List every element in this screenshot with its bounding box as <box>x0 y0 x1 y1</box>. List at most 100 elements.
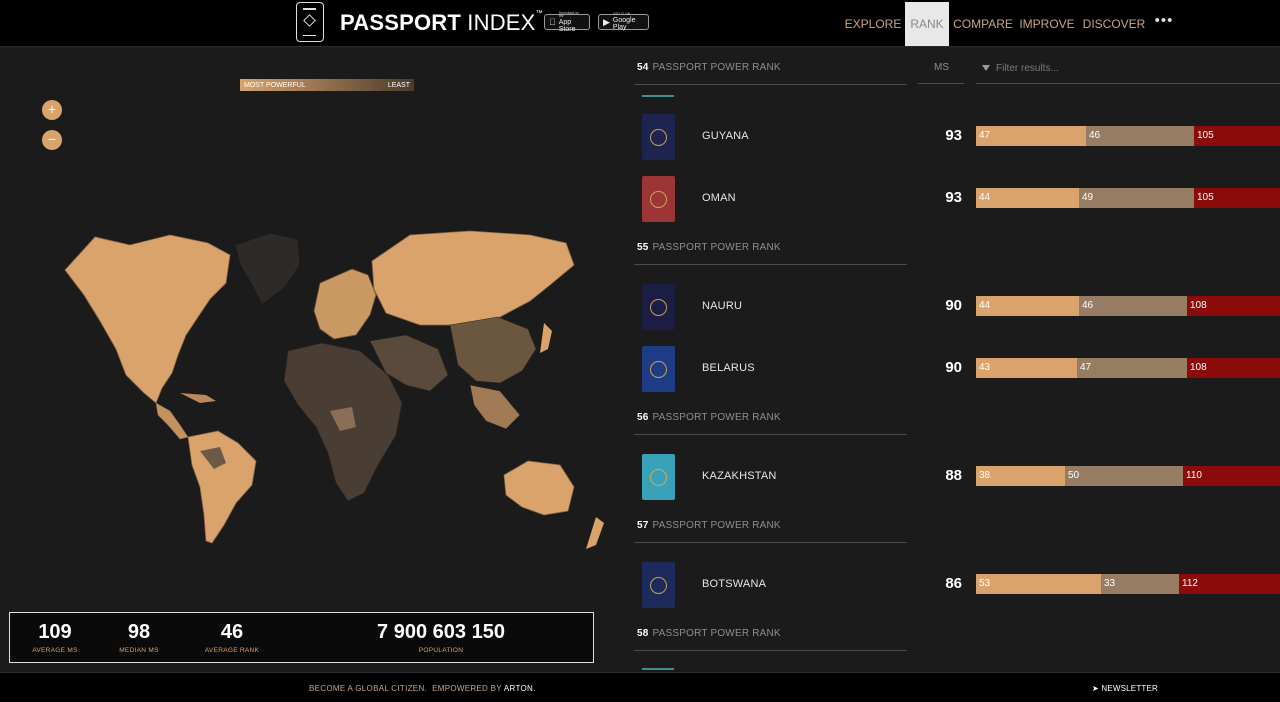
visa-on-arrival-segment[interactable]: 50 <box>1065 466 1183 486</box>
map-central-america <box>155 402 189 440</box>
ms-column-header[interactable]: MS <box>918 58 964 84</box>
country-name-oman[interactable]: OMAN <box>702 192 736 204</box>
visa-on-arrival-segment[interactable]: 47 <box>1077 358 1187 378</box>
visa-on-arrival-segment[interactable]: 46 <box>1086 126 1194 146</box>
country-name-guyana[interactable]: GUYANA <box>702 130 749 142</box>
google-play-icon: ▶ <box>603 16 610 27</box>
rank-group-header: 56 PASSPORT POWER RANK <box>637 412 781 423</box>
legend-most-label: MOST POWERFUL <box>244 81 306 89</box>
passport-cover-belarus[interactable] <box>642 346 675 392</box>
filter-placeholder: Filter results... <box>996 63 1059 74</box>
rank-group-header: 54 PASSPORT POWER RANK <box>637 62 781 73</box>
passport-emblem-icon <box>650 298 667 316</box>
visa-breakdown-bar[interactable]: 53 33 112 <box>976 574 1280 594</box>
passport-cover-nauru[interactable] <box>642 284 675 330</box>
visa-required-segment[interactable]: 105 <box>1194 188 1280 208</box>
visa-required-segment[interactable]: 112 <box>1179 574 1280 594</box>
passport-cover-guyana[interactable] <box>642 114 675 160</box>
top-header: PASSPORT INDEX™  Download on theApp Sto… <box>0 0 1280 47</box>
mobility-score: 90 <box>945 297 962 314</box>
nav-improve[interactable]: IMPROVE <box>1018 2 1076 46</box>
passport-emblem-icon <box>650 360 667 378</box>
more-menu-icon[interactable]: ••• <box>1150 2 1178 46</box>
rank-divider <box>634 650 907 651</box>
stat-average-rank: 46 AVERAGE RANK <box>204 621 260 654</box>
map-japan <box>540 323 552 353</box>
world-stats-panel: 109 AVERAGE MS 98 MEDIAN MS 46 AVERAGE R… <box>9 612 594 663</box>
visa-free-segment[interactable]: 44 <box>976 296 1079 316</box>
visa-required-segment[interactable]: 105 <box>1194 126 1280 146</box>
passport-index-app: PASSPORT INDEX™  Download on theApp Sto… <box>0 0 1280 702</box>
mobility-score: 90 <box>945 359 962 376</box>
country-name-botswana[interactable]: BOTSWANA <box>702 578 766 590</box>
nav-explore[interactable]: EXPLORE <box>843 2 903 46</box>
mobility-score: 88 <box>945 467 962 484</box>
rank-group-header: 58 PASSPORT POWER RANK <box>637 628 781 639</box>
app-store-big-text: App Store <box>552 19 584 33</box>
map-caribbean <box>180 393 216 403</box>
brand-name[interactable]: PASSPORT INDEX™ <box>340 10 543 36</box>
visa-free-segment[interactable]: 43 <box>976 358 1077 378</box>
rank-divider <box>634 542 907 543</box>
visa-required-segment[interactable]: 108 <box>1187 296 1280 316</box>
visa-on-arrival-segment[interactable]: 49 <box>1079 188 1194 208</box>
legend-least-label: LEAST <box>387 81 410 89</box>
filter-results-input[interactable]: Filter results... <box>976 54 1280 84</box>
filter-icon <box>982 65 990 71</box>
map-australia <box>503 460 575 516</box>
stat-median-ms: 98 MEDIAN MS <box>119 621 159 654</box>
stat-average-ms: 109 AVERAGE MS <box>32 621 78 654</box>
nav-compare[interactable]: COMPARE <box>952 2 1014 46</box>
map-south-america <box>187 430 257 544</box>
app-store-small-text: Download on the <box>552 11 579 20</box>
visa-breakdown-bar[interactable]: 47 46 105 <box>976 126 1280 146</box>
google-play-button[interactable]: ▶ GET IT ON Google Play <box>598 13 649 31</box>
mobility-score: 93 <box>945 127 962 144</box>
country-name-nauru[interactable]: NAURU <box>702 300 742 312</box>
rank-group-header: 55 PASSPORT POWER RANK <box>637 242 781 253</box>
footer: BECOME A GLOBAL CITIZEN. EMPOWERED BY AR… <box>0 672 1280 702</box>
passport-emblem-icon <box>650 468 667 486</box>
visa-breakdown-bar[interactable]: 43 47 108 <box>976 358 1280 378</box>
map-new-zealand <box>586 517 604 549</box>
passport-cover-botswana[interactable] <box>642 562 675 608</box>
passport-cover-oman[interactable] <box>642 176 675 222</box>
passport-emblem-icon <box>650 576 667 594</box>
visa-breakdown-bar[interactable]: 44 46 108 <box>976 296 1280 316</box>
world-map[interactable] <box>30 225 620 555</box>
rank-divider <box>634 264 907 265</box>
country-name-belarus[interactable]: BELARUS <box>702 362 755 374</box>
passport-logo-icon[interactable] <box>296 2 324 42</box>
passport-emblem-icon <box>650 128 667 146</box>
nav-discover[interactable]: DISCOVER <box>1081 2 1147 46</box>
visa-free-segment[interactable]: 47 <box>976 126 1086 146</box>
rank-group-header: 57 PASSPORT POWER RANK <box>637 520 781 531</box>
send-icon: ➤ <box>1092 684 1099 693</box>
passport-emblem-icon <box>650 190 667 208</box>
map-asia-east <box>449 316 537 384</box>
app-store-button[interactable]:  Download on theApp Store <box>544 11 590 33</box>
apple-icon:  <box>549 17 556 27</box>
map-europe <box>313 268 377 340</box>
nav-rank[interactable]: RANK <box>905 2 949 46</box>
rank-divider <box>634 84 907 85</box>
zoom-in-button[interactable]: + <box>42 100 62 120</box>
visa-required-segment[interactable]: 110 <box>1183 466 1280 486</box>
passport-cover-kazakhstan[interactable] <box>642 454 675 500</box>
visa-required-segment[interactable]: 108 <box>1187 358 1280 378</box>
visa-free-segment[interactable]: 38 <box>976 466 1065 486</box>
visa-breakdown-bar[interactable]: 38 50 110 <box>976 466 1280 486</box>
visa-free-segment[interactable]: 53 <box>976 574 1101 594</box>
map-legend: MOST POWERFUL LEAST <box>240 79 414 91</box>
visa-breakdown-bar[interactable]: 44 49 105 <box>976 188 1280 208</box>
zoom-out-button[interactable]: − <box>42 130 62 150</box>
visa-on-arrival-segment[interactable]: 33 <box>1101 574 1179 594</box>
passport-cover-partial <box>642 95 674 97</box>
mobility-score: 93 <box>945 189 962 206</box>
country-name-kazakhstan[interactable]: KAZAKHSTAN <box>702 470 777 482</box>
stat-population: 7 900 603 150 POPULATION <box>377 621 505 654</box>
visa-free-segment[interactable]: 44 <box>976 188 1079 208</box>
visa-on-arrival-segment[interactable]: 46 <box>1079 296 1187 316</box>
footer-citizen-link[interactable]: BECOME A GLOBAL CITIZEN. EMPOWERED BY AR… <box>309 684 536 693</box>
newsletter-link[interactable]: ➤ NEWSLETTER <box>1092 684 1158 693</box>
